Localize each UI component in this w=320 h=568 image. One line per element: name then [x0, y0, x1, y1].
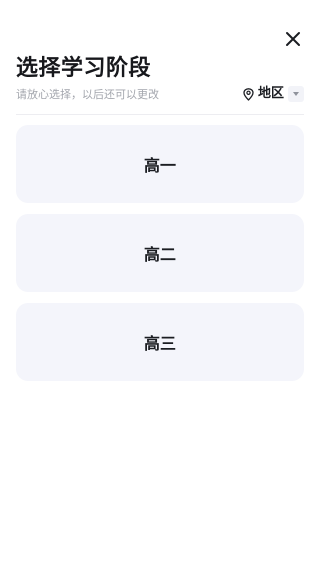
grade-option-label: 高二 [143, 245, 176, 264]
grade-option-label: 高三 [143, 334, 176, 353]
page-subtitle: 请放心选择，以后还可以更改 [16, 88, 159, 101]
close-button[interactable] [283, 29, 303, 49]
region-label: 地区 [257, 86, 284, 101]
grade-option-label: 高一 [143, 156, 176, 175]
close-icon [286, 32, 300, 46]
grade-option-2[interactable]: 高二 [16, 214, 304, 292]
location-pin-icon [243, 87, 255, 101]
caret-down-icon [288, 86, 304, 102]
page-title: 选择学习阶段 [16, 56, 152, 81]
region-selector[interactable]: 地区 [243, 84, 304, 104]
divider [16, 114, 304, 115]
grade-options: 高一 高二 高三 [16, 125, 304, 392]
grade-option-1[interactable]: 高一 [16, 125, 304, 203]
grade-option-3[interactable]: 高三 [16, 303, 304, 381]
